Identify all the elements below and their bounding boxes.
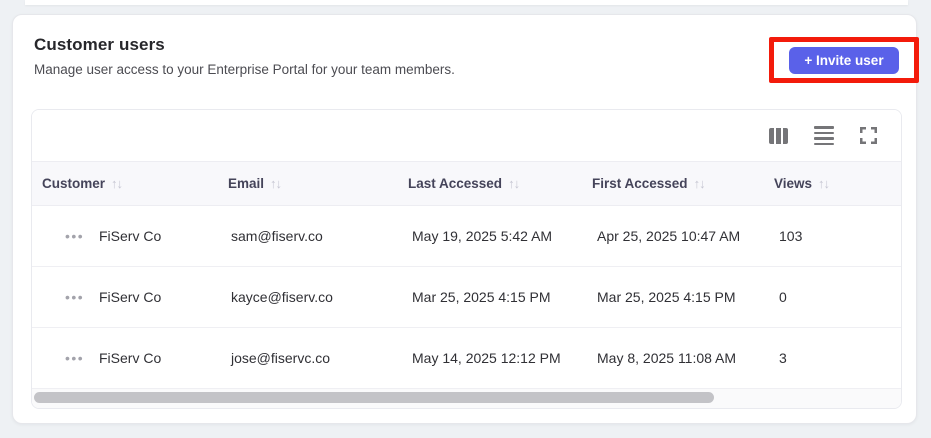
sort-icon[interactable]: ↑↓: [508, 176, 520, 191]
column-header-label: Email: [228, 176, 265, 191]
users-table: Customer ↑↓ Email ↑↓ Last Accessed ↑↓ First…: [31, 109, 902, 409]
cell-email: sam@fiserv.co: [231, 228, 323, 244]
table-body: ••• FiServ Co sam@fiserv.co May 19, 2025…: [32, 206, 901, 389]
table-header-row: Customer ↑↓ Email ↑↓ Last Accessed ↑↓ First…: [32, 161, 901, 206]
column-header-last-accessed[interactable]: Last Accessed ↑↓: [408, 162, 520, 205]
column-header-label: Customer: [42, 176, 106, 191]
cell-first-accessed: May 8, 2025 11:08 AM: [597, 350, 737, 366]
column-header-label: First Accessed: [592, 176, 688, 191]
cell-first-accessed: Apr 25, 2025 10:47 AM: [597, 228, 741, 244]
sort-icon[interactable]: ↑↓: [111, 176, 123, 191]
row-menu-icon[interactable]: •••: [65, 328, 84, 388]
customer-users-card: Customer users Manage user access to you…: [12, 14, 919, 424]
sort-icon[interactable]: ↑↓: [694, 176, 706, 191]
cell-last-accessed: May 19, 2025 5:42 AM: [412, 228, 553, 244]
column-header-customer[interactable]: Customer ↑↓: [42, 162, 123, 205]
columns-icon-glyph: [769, 127, 788, 144]
cell-customer: FiServ Co: [99, 350, 162, 366]
sort-icon[interactable]: ↑↓: [818, 176, 830, 191]
cell-views: 103: [779, 228, 803, 244]
row-menu-icon[interactable]: •••: [65, 206, 84, 266]
columns-icon[interactable]: [769, 127, 788, 144]
page-title: Customer users: [34, 35, 165, 54]
density-icon-glyph: [814, 126, 834, 145]
page-subtitle: Manage user access to your Enterprise Po…: [34, 62, 455, 77]
column-header-email[interactable]: Email ↑↓: [228, 162, 282, 205]
table-row[interactable]: ••• FiServ Co kayce@fiserv.co Mar 25, 20…: [32, 267, 901, 328]
cell-first-accessed: Mar 25, 2025 4:15 PM: [597, 289, 736, 305]
horizontal-scrollbar-thumb[interactable]: [34, 392, 714, 403]
column-header-label: Views: [774, 176, 813, 191]
fullscreen-icon[interactable]: [860, 127, 877, 144]
horizontal-scrollbar-track[interactable]: [32, 389, 901, 408]
table-toolbar: [32, 110, 901, 161]
density-icon[interactable]: [814, 126, 834, 145]
invite-user-button[interactable]: + Invite user: [789, 46, 899, 74]
cell-views: 3: [779, 350, 787, 366]
cell-email: jose@fiservc.co: [231, 350, 331, 366]
cell-email: kayce@fiserv.co: [231, 289, 333, 305]
row-menu-icon[interactable]: •••: [65, 267, 84, 327]
column-header-first-accessed[interactable]: First Accessed ↑↓: [592, 162, 706, 205]
previous-card-edge: [25, 0, 908, 5]
cell-customer: FiServ Co: [99, 289, 162, 305]
table-row[interactable]: ••• FiServ Co jose@fiservc.co May 14, 20…: [32, 328, 901, 389]
cell-views: 0: [779, 289, 787, 305]
fullscreen-icon-glyph: [860, 127, 877, 144]
table-row[interactable]: ••• FiServ Co sam@fiserv.co May 19, 2025…: [32, 206, 901, 267]
cell-customer: FiServ Co: [99, 228, 162, 244]
sort-icon[interactable]: ↑↓: [270, 176, 282, 191]
column-header-views[interactable]: Views ↑↓: [774, 162, 830, 205]
cell-last-accessed: Mar 25, 2025 4:15 PM: [412, 289, 551, 305]
cell-last-accessed: May 14, 2025 12:12 PM: [412, 350, 561, 366]
column-header-label: Last Accessed: [408, 176, 503, 191]
annotation-highlight-box: + Invite user: [769, 37, 919, 83]
